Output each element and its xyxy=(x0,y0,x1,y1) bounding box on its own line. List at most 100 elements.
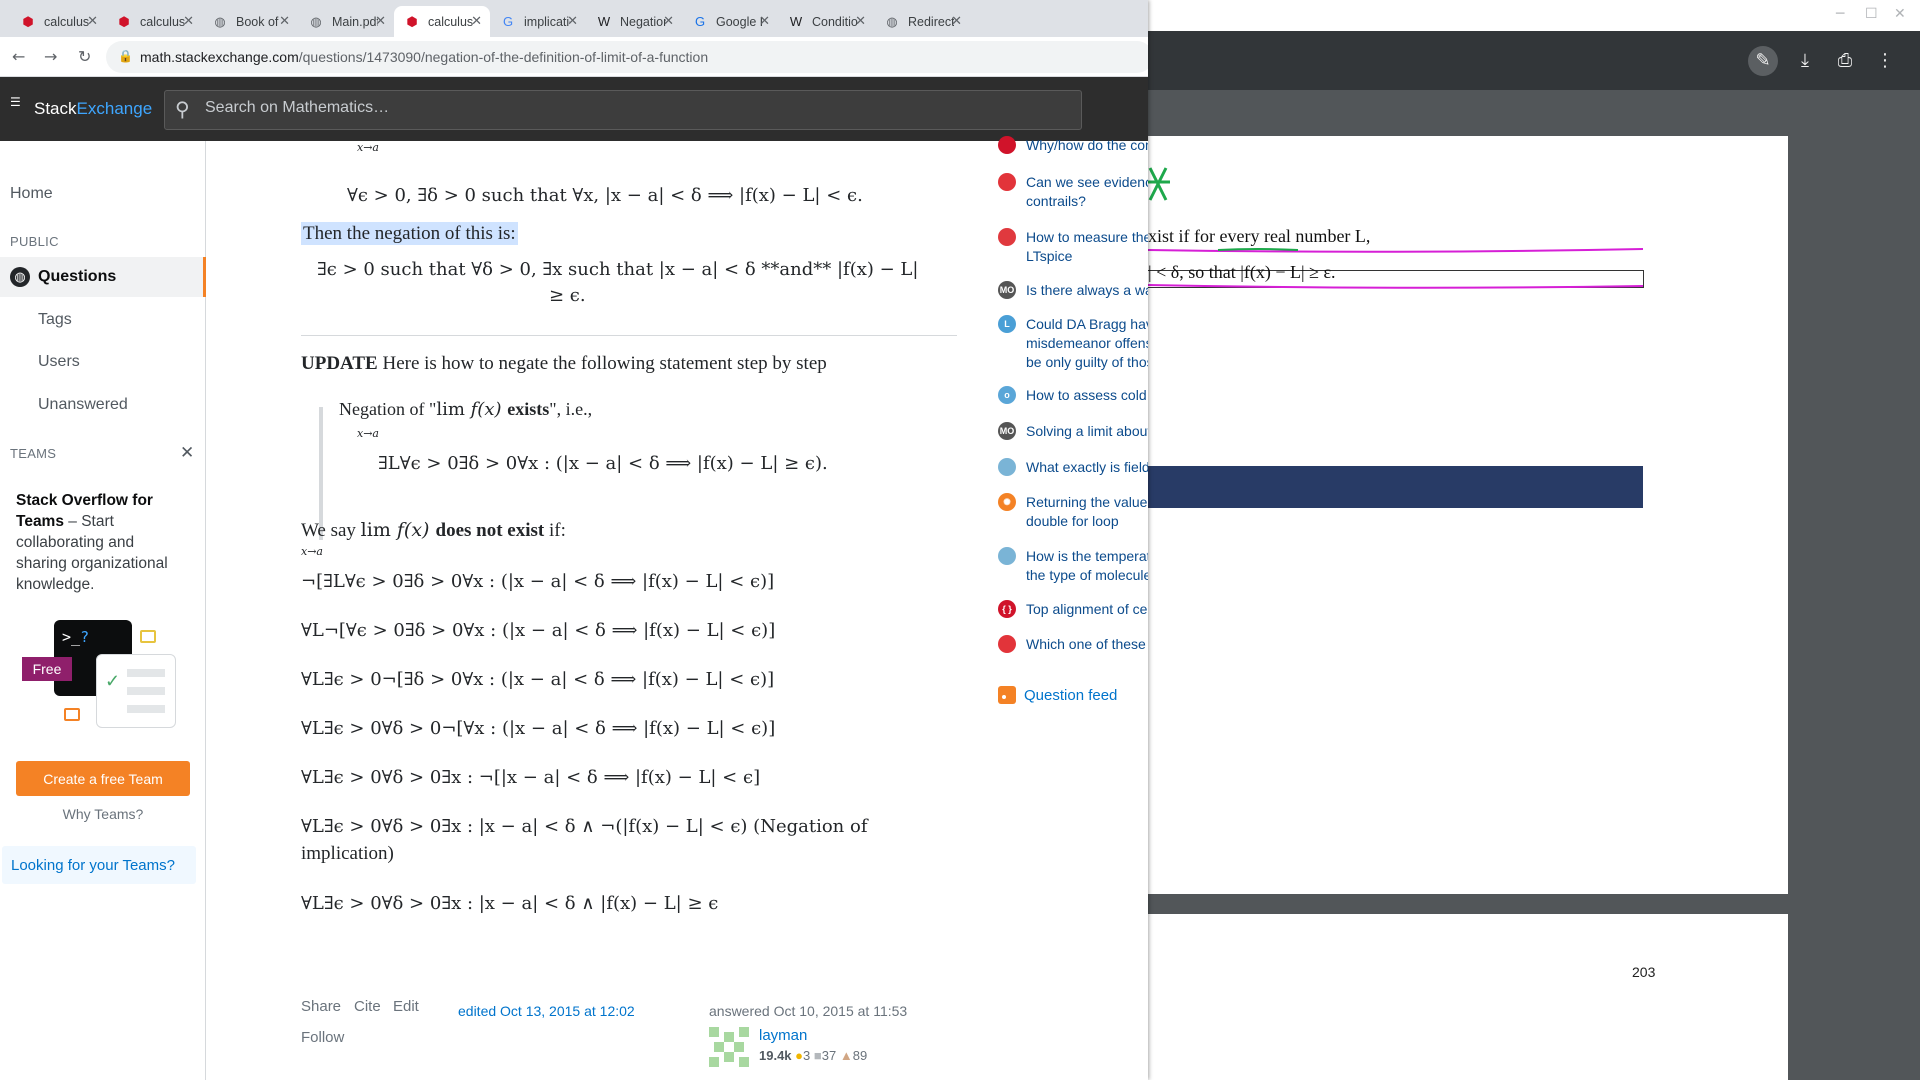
we-say-line: We say lim f(x) does not exist if: xyxy=(301,519,566,542)
hot-question-item[interactable]: ✺ Returning the value of the last iterato… xyxy=(998,493,1148,531)
nav-heading-public: PUBLIC xyxy=(10,234,59,249)
nav-tags[interactable]: Tags xyxy=(38,311,72,329)
hot-question-item[interactable]: L Could DA Bragg have only charged Trump … xyxy=(998,315,1148,372)
limit-subscript: x→a xyxy=(357,427,379,440)
close-tab-icon[interactable]: ✕ xyxy=(759,13,770,29)
browser-tab[interactable]: ◍ Redirectin✕ xyxy=(874,6,970,37)
browser-tab[interactable]: ⬢ calculus -✕ xyxy=(106,6,202,37)
stackexchange-logo[interactable]: Stack Exchange xyxy=(34,99,152,119)
url-host: math.stackexchange.com xyxy=(140,49,299,65)
minimize-icon[interactable]: ─ xyxy=(1836,6,1844,22)
close-tab-icon[interactable]: ✕ xyxy=(279,13,290,29)
tab-label: Google Da xyxy=(716,14,762,29)
question-feed-link[interactable]: Question feed xyxy=(998,686,1117,704)
close-tab-icon[interactable]: ✕ xyxy=(951,13,962,29)
hot-question-item[interactable]: Why/how do the commas work in this sente… xyxy=(998,136,1148,155)
close-tab-icon[interactable]: ✕ xyxy=(855,13,866,29)
annotate-pen-icon[interactable]: ✎ xyxy=(1748,46,1778,76)
free-badge: Free xyxy=(22,657,72,681)
globe-icon: ◍ xyxy=(10,267,30,287)
tab-label: Negation xyxy=(620,14,666,29)
download-icon[interactable]: ⤓ xyxy=(1790,46,1820,76)
selected-text[interactable]: Then the negation of this is: xyxy=(301,222,518,245)
hot-question-title: What exactly is field strength renormali… xyxy=(1026,459,1148,475)
address-bar[interactable]: 🔒 math.stackexchange.com/questions/14730… xyxy=(106,41,1148,73)
green-annotation-mark xyxy=(1148,167,1170,201)
url-text[interactable]: math.stackexchange.com/questions/1473090… xyxy=(140,49,708,65)
avatar[interactable] xyxy=(709,1027,749,1067)
close-icon[interactable]: ✕ xyxy=(180,443,194,463)
browser-tab[interactable]: Gimplicatio✕ xyxy=(490,6,586,37)
why-teams-link[interactable]: Why Teams? xyxy=(0,806,206,822)
lock-icon[interactable]: 🔒 xyxy=(118,49,133,63)
hot-question-item[interactable]: MO Is there always a way up? xyxy=(998,281,1148,300)
reload-icon[interactable]: ↻ xyxy=(78,47,91,66)
wikipedia-icon: W xyxy=(789,13,803,29)
hot-question-item[interactable]: How to measure the stability of a buck c… xyxy=(998,228,1148,266)
close-tab-icon[interactable]: ✕ xyxy=(87,13,98,29)
hot-question-title: Solving a limit about sum of series xyxy=(1026,423,1148,439)
hot-question-item[interactable]: { } Top alignment of cell with figures xyxy=(998,600,1148,619)
user-name-link[interactable]: layman xyxy=(759,1027,807,1044)
search-input[interactable] xyxy=(205,99,1065,117)
maximize-icon[interactable]: ☐ xyxy=(1865,6,1878,22)
hot-question-item[interactable]: What exactly is field strength renormali… xyxy=(998,458,1148,477)
forward-icon[interactable]: → xyxy=(44,47,57,66)
share-link[interactable]: Share xyxy=(301,998,341,1015)
follow-link[interactable]: Follow xyxy=(301,1029,344,1046)
hot-question-item[interactable]: How is the temperature of an ideal gas i… xyxy=(998,547,1148,585)
pink-underline xyxy=(1148,248,1644,253)
browser-tab[interactable]: ⬢ calculus -✕ xyxy=(394,6,490,37)
browser-tab[interactable]: ◍ Book of P✕ xyxy=(202,6,298,37)
browser-tab[interactable]: G Google Da✕ xyxy=(682,6,778,37)
back-icon[interactable]: ← xyxy=(12,47,25,66)
nav-unanswered[interactable]: Unanswered xyxy=(38,396,128,414)
edited-timestamp[interactable]: edited Oct 13, 2015 at 12:02 xyxy=(458,1003,635,1019)
hot-question-item[interactable]: Can we see evidence of "crabbing" when v… xyxy=(998,173,1148,211)
tab-label: Condition xyxy=(812,14,858,29)
logo-stack: Stack xyxy=(34,99,77,118)
nav-heading-teams: TEAMS xyxy=(10,446,57,461)
nav-users[interactable]: Users xyxy=(38,353,80,371)
hot-question-item[interactable]: o How to assess cold water boating/canoei… xyxy=(998,386,1148,405)
hot-question-title: Top alignment of cell with figures xyxy=(1026,601,1148,617)
close-tab-icon[interactable]: ✕ xyxy=(375,13,386,29)
edit-link[interactable]: Edit xyxy=(393,998,419,1015)
step-formula-continuation: implication) xyxy=(301,843,394,864)
we-say-text: We say xyxy=(301,520,361,541)
search-icon: ⚲ xyxy=(175,97,190,121)
english-se-icon xyxy=(998,136,1016,154)
tab-label: calculus - xyxy=(140,14,186,29)
hot-question-item[interactable]: Which one of these flaps is used on take… xyxy=(998,635,1148,654)
looking-for-teams-link[interactable]: Looking for your Teams? xyxy=(2,846,196,884)
silver-badge-icon: ■ xyxy=(813,1048,822,1063)
tab-label: Book of P xyxy=(236,14,282,29)
globe-icon: ◍ xyxy=(310,13,322,29)
close-icon[interactable]: ✕ xyxy=(1894,6,1906,22)
we-say-lim: lim xyxy=(360,519,391,541)
more-vert-icon[interactable]: ⋮ xyxy=(1870,46,1900,76)
hot-question-title: Could DA Bragg have only charged Trump w… xyxy=(1026,316,1148,370)
tab-label: calculus - xyxy=(428,14,474,29)
close-tab-icon[interactable]: ✕ xyxy=(663,13,674,29)
close-tab-icon[interactable]: ✕ xyxy=(183,13,194,29)
browser-tab[interactable]: ◍ Main.pdf ✕ xyxy=(298,6,394,37)
update-paragraph: UPDATE Here is how to negate the followi… xyxy=(301,353,827,375)
browser-tab[interactable]: W Negation ✕ xyxy=(586,6,682,37)
cite-link[interactable]: Cite xyxy=(354,998,381,1015)
print-icon[interactable]: ⎙ xyxy=(1830,46,1860,76)
hot-question-item[interactable]: MO Solving a limit about sum of series xyxy=(998,422,1148,441)
close-tab-icon[interactable]: ✕ xyxy=(567,13,578,29)
url-path: /questions/1473090/negation-of-the-defin… xyxy=(298,49,709,65)
step-formula: ∀L∃ϵ > 0∀δ > 0∃x : |x − a| < δ ∧ ¬(|f(x)… xyxy=(301,816,868,837)
create-free-team-button[interactable]: Create a free Team xyxy=(16,761,190,796)
close-tab-icon[interactable]: ✕ xyxy=(471,13,482,29)
browser-tab[interactable]: ⬢ calculus -✕ xyxy=(10,6,106,37)
pdf-toolbar: ✎ ⤓ ⎙ ⋮ xyxy=(1148,31,1920,90)
nav-questions-label: Questions xyxy=(38,268,117,285)
nav-home[interactable]: Home xyxy=(10,185,53,203)
browser-tab[interactable]: W Condition✕ xyxy=(778,6,874,37)
mathoverflow-icon: MO xyxy=(998,281,1016,299)
nav-questions[interactable]: ◍ Questions xyxy=(0,257,206,297)
hamburger-menu-icon[interactable]: ☰ xyxy=(10,95,21,109)
